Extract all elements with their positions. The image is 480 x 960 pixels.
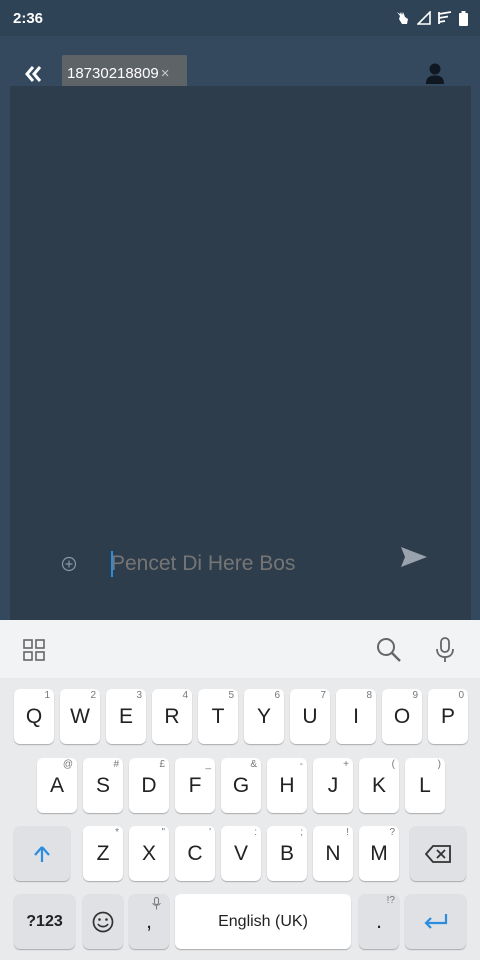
key-d[interactable]: D £ xyxy=(129,758,169,813)
status-time: 2:36 xyxy=(13,9,44,27)
shift-arrow-icon xyxy=(34,845,50,862)
key-m[interactable]: M? xyxy=(359,826,399,881)
keyboard-toolbar xyxy=(0,620,480,678)
soft-keyboard: Q1 W2 E3 R4 T5 Y6 U7 I8 O9 P0 A @ S # D £ F… xyxy=(0,620,480,960)
double-chevron-left-icon xyxy=(25,66,42,82)
key-v[interactable]: V: xyxy=(221,826,261,881)
key-c[interactable]: C ' xyxy=(175,826,215,881)
key-h[interactable]: H- xyxy=(267,758,307,813)
send-button[interactable] xyxy=(400,546,428,570)
enter-key[interactable] xyxy=(405,894,466,949)
chip-close-icon[interactable]: × xyxy=(161,65,170,82)
message-composer xyxy=(0,530,480,600)
microphone-icon[interactable] xyxy=(434,637,456,663)
key-q[interactable]: Q1 xyxy=(14,689,54,744)
key-b[interactable]: B; xyxy=(267,826,307,881)
app-header: 18730218809 × xyxy=(0,36,480,92)
backspace-key[interactable] xyxy=(410,826,466,881)
key-j[interactable]: J + xyxy=(313,758,353,813)
status-icons xyxy=(394,10,468,26)
key-f[interactable]: F _ xyxy=(175,758,215,813)
key-z[interactable]: Z * xyxy=(83,826,123,881)
key-o[interactable]: O9 xyxy=(382,689,422,744)
send-icon xyxy=(401,547,427,567)
key-w[interactable]: W2 xyxy=(60,689,100,744)
shift-key[interactable] xyxy=(14,826,70,881)
recipient-number: 18730218809 xyxy=(67,65,159,82)
enter-arrow-icon xyxy=(423,913,447,929)
key-t[interactable]: T5 xyxy=(198,689,238,744)
key-u[interactable]: U7 xyxy=(290,689,330,744)
back-button[interactable] xyxy=(20,62,48,86)
attach-icon[interactable] xyxy=(61,556,77,572)
key-a[interactable]: A @ xyxy=(37,758,77,813)
key-x[interactable]: X " xyxy=(129,826,169,881)
comma-key[interactable]: , xyxy=(129,894,169,949)
key-n[interactable]: N! xyxy=(313,826,353,881)
emoji-key[interactable] xyxy=(83,894,123,949)
contact-button[interactable] xyxy=(424,62,446,86)
search-icon[interactable] xyxy=(376,637,402,663)
key-s[interactable]: S # xyxy=(83,758,123,813)
person-icon xyxy=(426,63,444,84)
key-i[interactable]: I8 xyxy=(336,689,376,744)
status-bar: 2:36 xyxy=(0,0,480,36)
key-e[interactable]: E3 xyxy=(106,689,146,744)
key-l[interactable]: L) xyxy=(405,758,445,813)
microphone-hint-icon xyxy=(152,897,161,910)
key-g[interactable]: G & xyxy=(221,758,261,813)
apps-grid-icon[interactable] xyxy=(22,638,46,662)
notification-icon xyxy=(394,10,410,26)
key-k[interactable]: K( xyxy=(359,758,399,813)
backspace-icon xyxy=(425,844,451,863)
battery-icon xyxy=(459,10,468,26)
space-key[interactable]: English (UK) xyxy=(175,894,351,949)
key-y[interactable]: Y6 xyxy=(244,689,284,744)
key-p[interactable]: P0 xyxy=(428,689,468,744)
text-cursor xyxy=(111,551,113,577)
key-r[interactable]: R4 xyxy=(152,689,192,744)
wifi-icon xyxy=(438,11,452,25)
emoji-icon xyxy=(92,911,114,932)
signal-icon xyxy=(417,11,431,25)
message-input[interactable] xyxy=(111,548,381,580)
symbols-key[interactable]: ?123 xyxy=(14,894,75,949)
period-key[interactable]: .!? xyxy=(359,894,399,949)
